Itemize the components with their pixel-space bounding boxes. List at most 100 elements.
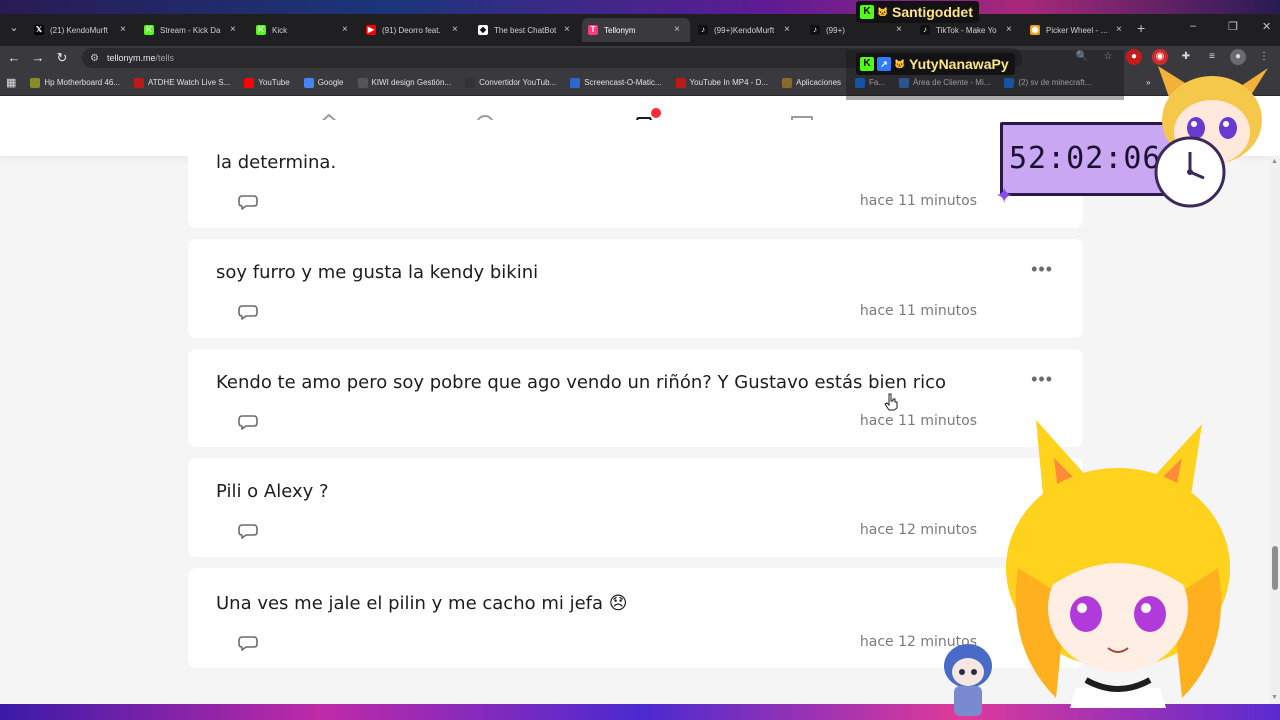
tab-title: (21) KendoMurft bbox=[50, 25, 108, 35]
close-tab-icon[interactable]: × bbox=[564, 25, 574, 35]
bookmark-label: Google bbox=[317, 78, 344, 87]
browser-tab[interactable]: ♪ (99+)KendoMurft × bbox=[692, 18, 800, 42]
subscriber-badge-icon: ↗ bbox=[877, 57, 891, 71]
bookmark-item[interactable]: Aplicaciones bbox=[782, 77, 842, 88]
kick-icon: K bbox=[256, 25, 266, 35]
bookmark-favicon-icon bbox=[570, 77, 581, 88]
tab-title: (99+)KendoMurft bbox=[714, 25, 775, 35]
bookmark-label: KIWI design Gestión... bbox=[371, 78, 452, 87]
browser-tab[interactable]: ◆ The best ChatBot × bbox=[472, 18, 580, 42]
close-window-icon[interactable]: ✕ bbox=[1262, 20, 1271, 33]
close-tab-icon[interactable]: × bbox=[230, 25, 240, 35]
tell-text: Pili o Alexy ? bbox=[216, 481, 329, 502]
bookmark-favicon-icon bbox=[303, 77, 314, 88]
reload-icon[interactable]: ↻ bbox=[50, 46, 74, 70]
bookmark-favicon-icon bbox=[782, 77, 793, 88]
chibi-mascot-illustration bbox=[944, 644, 992, 716]
tellonym-icon: T bbox=[588, 25, 598, 35]
youtube-icon: ▶ bbox=[366, 25, 376, 35]
timer-digits: 52:02:06 bbox=[1009, 141, 1162, 176]
chatter-name-tag: K 🐱 Santigoddet bbox=[856, 1, 979, 23]
minimize-icon[interactable]: – bbox=[1190, 20, 1196, 32]
bookmark-label: YouTube In MP4 - D... bbox=[689, 78, 769, 87]
close-tab-icon[interactable]: × bbox=[452, 25, 462, 35]
scroll-down-arrow-icon[interactable]: ▼ bbox=[1271, 694, 1278, 701]
x-icon: 𝕏 bbox=[34, 25, 44, 35]
subathon-timer: 52:02:06 ✦ bbox=[995, 122, 1172, 208]
tell-text: Kendo te amo pero soy pobre que ago vend… bbox=[216, 372, 947, 393]
bookmark-favicon-icon bbox=[465, 77, 476, 88]
forward-icon[interactable]: → bbox=[26, 46, 50, 70]
bookmark-favicon-icon bbox=[244, 77, 255, 88]
tab-search-chevron-icon[interactable]: ⌄ bbox=[6, 20, 22, 36]
comment-icon[interactable] bbox=[238, 635, 258, 651]
browser-tab[interactable]: K Stream - Kick Da × bbox=[138, 18, 246, 42]
new-tab-button[interactable]: + bbox=[1137, 20, 1145, 36]
tell-timestamp: hace 11 minutos bbox=[859, 413, 977, 429]
chatter-name: Santigoddet bbox=[892, 4, 973, 20]
close-tab-icon[interactable]: × bbox=[784, 25, 794, 35]
tell-text: la determina. bbox=[216, 152, 337, 173]
kick-icon: K bbox=[144, 25, 154, 35]
tell-timestamp: hace 11 minutos bbox=[859, 193, 977, 209]
cat-badge-icon: 🐱 bbox=[877, 7, 889, 17]
fox-vtuber-avatar-illustration bbox=[1006, 420, 1230, 708]
chatbot-icon: ◆ bbox=[478, 25, 488, 35]
bookmark-item[interactable]: Screencast-O-Matic... bbox=[570, 77, 662, 88]
tab-title: The best ChatBot bbox=[494, 25, 557, 35]
sparkle-icon: ✦ bbox=[995, 183, 1014, 208]
page-scrollbar[interactable] bbox=[1270, 156, 1280, 704]
bookmark-item[interactable]: Hp Motherboard 46... bbox=[30, 77, 120, 88]
comment-icon[interactable] bbox=[238, 523, 258, 539]
tell-timestamp: hace 11 minutos bbox=[859, 303, 977, 319]
more-options-icon[interactable]: ••• bbox=[1031, 260, 1053, 278]
bookmark-favicon-icon bbox=[675, 77, 686, 88]
apps-grid-icon[interactable]: ▦ bbox=[6, 76, 16, 89]
bookmark-favicon-icon bbox=[30, 77, 41, 88]
cat-badge-icon: 🐱 bbox=[894, 59, 906, 69]
tell-timestamp: hace 12 minutos bbox=[859, 522, 977, 538]
bookmark-item[interactable]: YouTube bbox=[244, 77, 290, 88]
comment-icon[interactable] bbox=[238, 194, 258, 210]
bookmark-item[interactable]: ATDHE Watch Live S... bbox=[134, 77, 231, 88]
bookmark-item[interactable]: KIWI design Gestión... bbox=[357, 77, 452, 88]
browser-tab[interactable]: 𝕏 (21) KendoMurft × bbox=[28, 18, 136, 42]
browser-tab[interactable]: T Tellonym × bbox=[582, 18, 690, 42]
more-options-icon[interactable]: ••• bbox=[1031, 370, 1053, 388]
tab-title: (91) Deorro feat. bbox=[382, 25, 441, 35]
close-tab-icon[interactable]: × bbox=[674, 25, 684, 35]
tab-title: Kick bbox=[272, 25, 288, 35]
tell-card: Kendo te amo pero soy pobre que ago vend… bbox=[188, 349, 1083, 447]
bookmark-item[interactable]: YouTube In MP4 - D... bbox=[675, 77, 769, 88]
bookmark-label: YouTube bbox=[258, 78, 290, 87]
chatter-name: YutyNanawaPy bbox=[909, 56, 1009, 72]
tell-card: Pili o Alexy ? hace 12 minutos bbox=[188, 458, 1083, 557]
tiktok-icon: ♪ bbox=[698, 25, 708, 35]
url-text: tellonym.me/tells bbox=[106, 53, 174, 63]
hand-cursor-icon bbox=[884, 393, 898, 411]
tell-text: soy furro y me gusta la kendy bikini bbox=[216, 262, 539, 283]
close-tab-icon[interactable]: × bbox=[342, 25, 352, 35]
stream-chat-overlay: K 🐱 Santigoddet K ↗ 🐱 YutyNanawaPy bbox=[846, 0, 1124, 100]
scrollbar-thumb[interactable] bbox=[1272, 546, 1278, 590]
back-icon[interactable]: ← bbox=[2, 46, 26, 70]
bookmark-label: Aplicaciones bbox=[796, 78, 842, 87]
comment-icon[interactable] bbox=[238, 414, 258, 430]
browser-tab[interactable]: K Kick × bbox=[250, 18, 358, 42]
bookmark-label: Screencast-O-Matic... bbox=[584, 78, 662, 87]
bookmark-label: ATDHE Watch Live S... bbox=[148, 78, 231, 87]
site-info-icon[interactable]: ⚙ bbox=[90, 53, 99, 64]
bookmark-label: Convertidor YouTub... bbox=[479, 78, 557, 87]
browser-tab[interactable]: ▶ (91) Deorro feat. × bbox=[360, 18, 468, 42]
maximize-icon[interactable]: ❐ bbox=[1228, 20, 1238, 33]
close-tab-icon[interactable]: × bbox=[120, 25, 130, 35]
extension-icon[interactable]: ● bbox=[1126, 49, 1142, 65]
bookmark-favicon-icon bbox=[134, 77, 145, 88]
bookmark-favicon-icon bbox=[357, 77, 368, 88]
tell-card: la determina. hace 11 minutos bbox=[188, 120, 1083, 228]
comment-icon[interactable] bbox=[238, 304, 258, 320]
bookmark-item[interactable]: Google bbox=[303, 77, 344, 88]
bookmark-item[interactable]: Convertidor YouTub... bbox=[465, 77, 557, 88]
tiktok-icon: ♪ bbox=[810, 25, 820, 35]
tell-card: soy furro y me gusta la kendy bikini hace… bbox=[188, 239, 1083, 338]
